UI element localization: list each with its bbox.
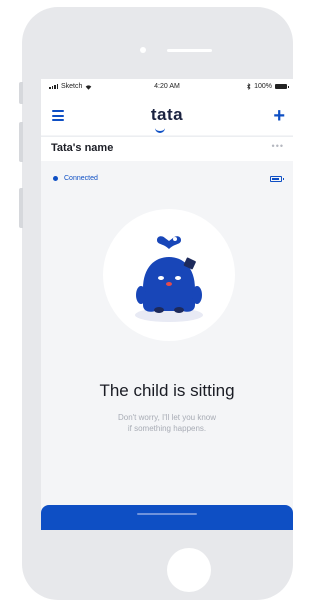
app-screen: Sketch 4:20 AM 100% tata + Tata's name •… (41, 79, 293, 530)
side-button-volume-down (19, 188, 23, 228)
mascot-illustration (135, 236, 203, 322)
connection-dot-icon (53, 176, 58, 181)
nav-bar: tata + (41, 97, 293, 135)
state-message: Don't worry, I'll let you know if someth… (81, 412, 253, 434)
battery-group: 100% (247, 83, 289, 90)
side-button-mute (19, 82, 23, 104)
status-bar: Sketch 4:20 AM 100% (41, 79, 293, 97)
device-name: Tata's name (51, 142, 114, 154)
front-camera (140, 47, 146, 53)
bottom-sheet[interactable] (41, 505, 293, 530)
bluetooth-icon (247, 83, 251, 90)
logo-smile-mark (155, 128, 165, 133)
heart-icon (157, 236, 181, 249)
device-header: Tata's name ••• (41, 136, 293, 161)
state-title: The child is sitting (99, 381, 235, 400)
plus-icon[interactable]: + (273, 106, 285, 126)
connection-label: Connected (64, 175, 98, 182)
more-options-icon[interactable]: ••• (272, 141, 284, 151)
side-button-volume-up (19, 122, 23, 162)
battery-percent: 100% (254, 83, 272, 90)
device-battery-icon (270, 176, 284, 182)
state-message-line2: if something happens. (127, 424, 207, 433)
bottom-sheet-handle[interactable] (137, 513, 197, 515)
app-logo: tata (150, 105, 184, 124)
earpiece-speaker (167, 49, 212, 52)
connection-status: Connected (53, 175, 98, 182)
battery-icon (275, 84, 289, 89)
home-button[interactable] (167, 548, 211, 592)
state-message-line1: Don't worry, I'll let you know (117, 413, 217, 422)
